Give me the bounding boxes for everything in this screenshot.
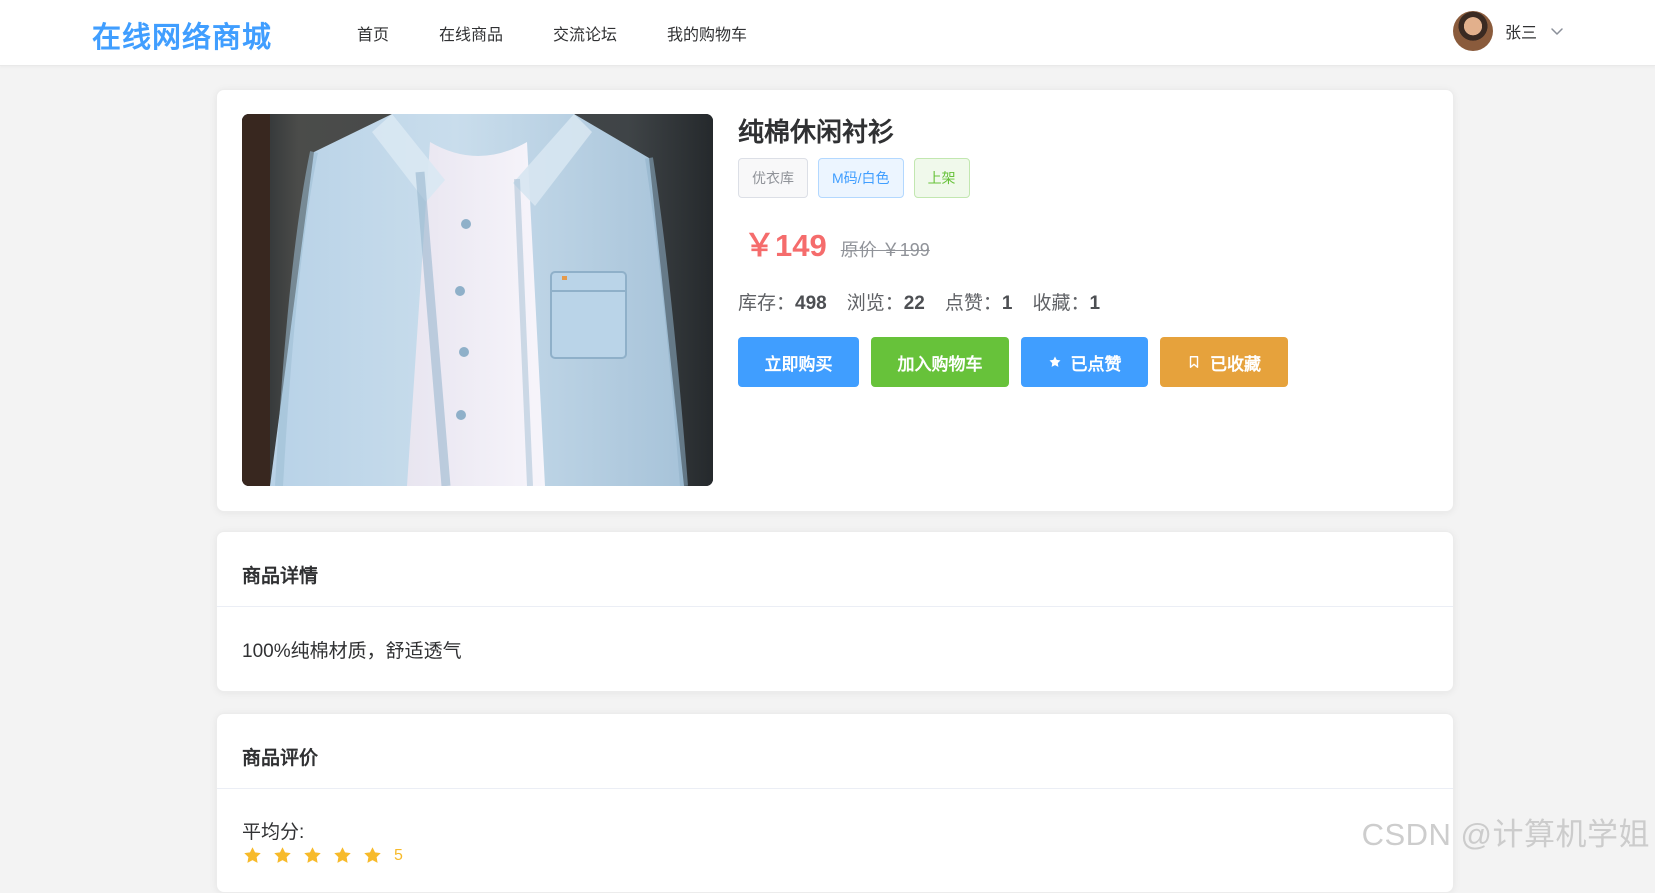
reviews-divider [217,788,1453,789]
original-price: 原价 ￥199 [841,236,930,262]
username[interactable]: 张三 [1505,19,1537,43]
chevron-down-icon[interactable] [1549,23,1565,39]
current-price: ￥149 [744,220,827,265]
top-navbar: 在线网络商城 首页 在线商品 交流论坛 我的购物车 张三 [0,0,1655,66]
nav-home[interactable]: 首页 [357,21,389,45]
add-to-cart-button[interactable]: 加入购物车 [871,337,1009,387]
average-score-label: 平均分: [242,817,304,844]
liked-button-label: 已点赞 [1071,350,1122,375]
product-details-card: 商品详情 100%纯棉材质，舒适透气 [216,531,1454,692]
rating-star-icon-2 [272,845,293,866]
details-title: 商品详情 [242,561,318,588]
site-logo[interactable]: 在线网络商城 [92,14,272,56]
likes-stat: 点赞：1 [945,288,1013,315]
price-row: ￥149 原价 ￥199 [738,220,1288,265]
nav-forum[interactable]: 交流论坛 [553,21,617,45]
favorited-button[interactable]: 已收藏 [1160,337,1288,387]
product-tags: 优衣库 M码/白色 上架 [738,158,1288,198]
details-text: 100%纯棉材质，舒适透气 [242,636,462,663]
favorites-value: 1 [1089,293,1100,314]
main-navigation: 首页 在线商品 交流论坛 我的购物车 [357,0,797,66]
buy-now-button[interactable]: 立即购买 [738,337,859,387]
avatar[interactable] [1453,11,1493,51]
rating-star-icon-1 [242,845,263,866]
views-stat: 浏览：22 [847,288,925,315]
average-rating: 5 [242,845,403,866]
bookmark-icon [1187,355,1201,369]
average-score-value: 5 [394,847,403,865]
star-icon [1048,355,1062,369]
product-stats: 库存：498 浏览：22 点赞：1 收藏：1 [738,288,1288,315]
details-divider [217,606,1453,607]
nav-cart[interactable]: 我的购物车 [667,21,747,45]
stock-label: 库存： [738,293,795,314]
rating-star-icon-3 [302,845,323,866]
favorited-button-label: 已收藏 [1210,350,1261,375]
product-actions: 立即购买 加入购物车 已点赞 已收藏 [738,337,1288,387]
liked-button[interactable]: 已点赞 [1021,337,1148,387]
views-value: 22 [904,293,925,314]
views-label: 浏览： [847,293,904,314]
reviews-title: 商品评价 [242,743,318,770]
product-card: 纯棉休闲衬衫 优衣库 M码/白色 上架 ￥149 原价 ￥199 库存：498 … [216,89,1454,512]
favorites-label: 收藏： [1032,293,1089,314]
likes-value: 1 [1002,293,1013,314]
favorites-stat: 收藏：1 [1032,288,1100,315]
nav-products[interactable]: 在线商品 [439,21,503,45]
stock-stat: 库存：498 [738,288,827,315]
rating-star-icon-4 [332,845,353,866]
product-title: 纯棉休闲衬衫 [738,114,1288,150]
status-tag: 上架 [914,158,970,198]
stock-value: 498 [795,293,827,314]
product-reviews-card: 商品评价 平均分: 5 [216,713,1454,893]
likes-label: 点赞： [945,293,1002,314]
rating-star-icon-5 [362,845,383,866]
product-info: 纯棉休闲衬衫 优衣库 M码/白色 上架 ￥149 原价 ￥199 库存：498 … [738,114,1288,387]
variant-tag: M码/白色 [818,158,904,198]
product-image [242,114,713,486]
brand-tag: 优衣库 [738,158,808,198]
user-menu[interactable]: 张三 [1453,11,1565,51]
